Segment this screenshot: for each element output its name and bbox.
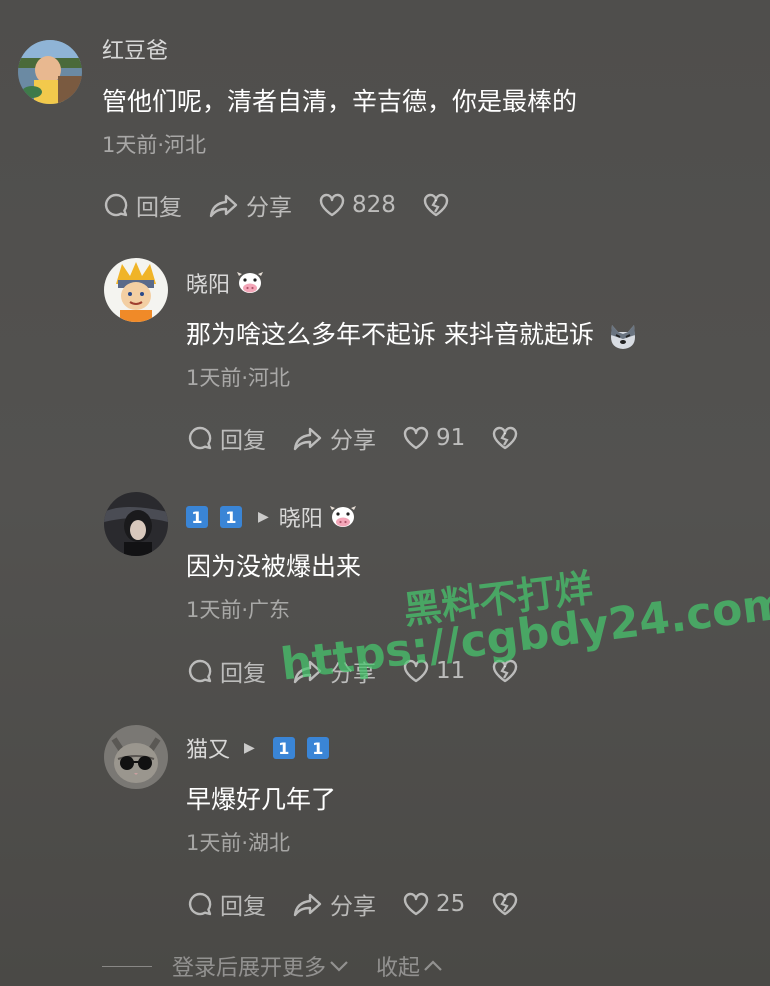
heart-icon	[403, 892, 429, 916]
speech-bubble-icon	[104, 193, 128, 217]
expand-more-button[interactable]: 登录后展开更多	[172, 950, 350, 982]
comment-username[interactable]: 猫又 ▶ 1 1	[186, 732, 329, 764]
avatar[interactable]	[18, 40, 82, 104]
comment-actions: 回复 分享 25	[186, 887, 545, 921]
chevron-down-icon	[330, 961, 348, 972]
reply-arrow-icon: ▶	[258, 509, 269, 525]
dislike-button[interactable]	[491, 425, 519, 451]
share-button[interactable]: 分享	[208, 188, 292, 222]
comment-username[interactable]: 1 1 ▶ 晓阳	[186, 501, 357, 533]
speech-bubble-icon	[188, 426, 212, 450]
comment-text: 因为没被爆出来	[186, 552, 362, 581]
broken-heart-icon	[493, 426, 518, 450]
like-count: 25	[436, 891, 466, 917]
comment-text: 那为啥这么多年不起诉 来抖音就起诉	[186, 315, 638, 351]
speech-bubble-icon	[188, 892, 212, 916]
comment-username[interactable]: 红豆爸	[102, 33, 168, 65]
cow-emoji-icon	[237, 272, 264, 293]
reply-to-name[interactable]: 晓阳	[279, 501, 323, 533]
avatar[interactable]	[104, 725, 168, 789]
collapse-button[interactable]: 收起	[376, 950, 444, 982]
share-button[interactable]: 分享	[292, 887, 376, 921]
like-button[interactable]: 828	[318, 192, 396, 218]
dislike-button[interactable]	[422, 192, 450, 218]
like-button[interactable]: 25	[402, 891, 465, 917]
comment-text: 早爆好几年了	[186, 785, 337, 814]
comment-footer: 登录后展开更多 收起	[102, 950, 444, 982]
chevron-up-icon	[424, 960, 442, 971]
broken-heart-icon	[493, 892, 518, 916]
reply-button[interactable]: 回复	[102, 188, 182, 222]
reply-button[interactable]: 回复	[186, 421, 266, 455]
avatar[interactable]	[104, 258, 168, 322]
heart-icon	[319, 193, 345, 217]
comment-actions: 回复 分享 828	[102, 188, 476, 222]
username-badge: 1	[272, 737, 295, 759]
reply-button[interactable]: 回复	[186, 887, 266, 921]
username-badge: 1	[220, 506, 242, 528]
husky-emoji-icon	[610, 325, 635, 349]
like-count: 828	[352, 192, 396, 218]
username-badge: 1	[306, 737, 329, 759]
reply-arrow-icon: ▶	[244, 740, 255, 756]
speech-bubble-icon	[188, 659, 212, 683]
like-button[interactable]: 91	[402, 425, 465, 451]
comment-meta: 1天前·湖北	[186, 831, 291, 855]
share-arrow-icon	[209, 194, 238, 218]
share-arrow-icon	[293, 427, 322, 451]
comment-meta: 1天前·河北	[102, 133, 207, 157]
avatar[interactable]	[104, 492, 168, 556]
broken-heart-icon	[423, 193, 449, 217]
cow-emoji-icon	[329, 506, 356, 527]
comment-meta: 1天前·广东	[186, 598, 291, 622]
share-button[interactable]: 分享	[292, 421, 376, 455]
reply-button[interactable]: 回复	[186, 654, 266, 688]
heart-icon	[403, 426, 429, 450]
comment-actions: 回复 分享 91	[186, 421, 545, 455]
like-count: 91	[436, 425, 466, 451]
share-arrow-icon	[293, 893, 322, 917]
comment-text: 管他们呢，清者自清，辛吉德，你是最棒的	[102, 87, 578, 116]
comment-meta: 1天前·河北	[186, 366, 291, 390]
divider	[102, 965, 152, 967]
comment-username[interactable]: 晓阳	[186, 267, 264, 299]
dislike-button[interactable]	[491, 891, 519, 917]
username-badge: 1	[186, 506, 208, 528]
